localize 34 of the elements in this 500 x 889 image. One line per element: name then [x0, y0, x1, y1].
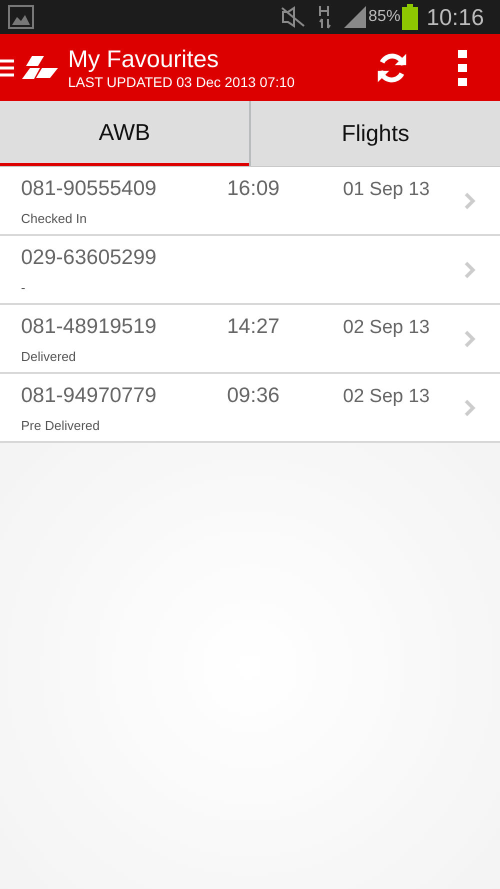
network-icon: [318, 5, 332, 29]
mute-icon: [280, 6, 306, 28]
awb-number: 029-63605299: [21, 245, 158, 271]
signal-icon: [344, 6, 366, 28]
chevron-icon: [464, 260, 476, 278]
time: 09:36: [227, 383, 281, 409]
list-row[interactable]: 081-94970779 09:36 02 Sep 13 Pre Delivered: [0, 374, 500, 443]
clock: 10:16: [426, 2, 484, 32]
status: Pre Delivered: [21, 416, 101, 434]
date: 02 Sep 13: [343, 316, 430, 340]
battery-icon: [402, 4, 418, 30]
chevron-icon: [464, 398, 476, 416]
menu-icon: [0, 58, 14, 76]
status: Delivered: [21, 348, 77, 366]
chevron-icon: [464, 192, 476, 210]
title: My Favourites: [68, 46, 220, 74]
picture-icon: [8, 5, 34, 29]
list-row[interactable]: 081-48919519 14:27 02 Sep 13 Delivered: [0, 305, 500, 374]
date: 02 Sep 13: [343, 385, 430, 409]
battery-percent: 85%: [368, 7, 400, 27]
last-updated: LAST UPDATED 03 Dec 2013 07:10: [68, 74, 296, 90]
status: -: [21, 278, 26, 296]
list-row[interactable]: 081-90555409 16:09 01 Sep 13 Checked In: [0, 167, 500, 236]
list-row[interactable]: 029-63605299 -: [0, 236, 500, 305]
status: Checked In: [21, 210, 88, 228]
time: 16:09: [227, 176, 281, 202]
awb-number: 081-90555409: [21, 176, 158, 202]
awb-number: 081-48919519: [21, 314, 158, 340]
time: 14:27: [227, 314, 281, 340]
refresh-icon: [375, 50, 409, 84]
date: 01 Sep 13: [343, 178, 430, 202]
awb-number: 081-94970779: [21, 383, 158, 409]
logo-icon: [20, 56, 60, 80]
chevron-icon: [464, 330, 476, 348]
